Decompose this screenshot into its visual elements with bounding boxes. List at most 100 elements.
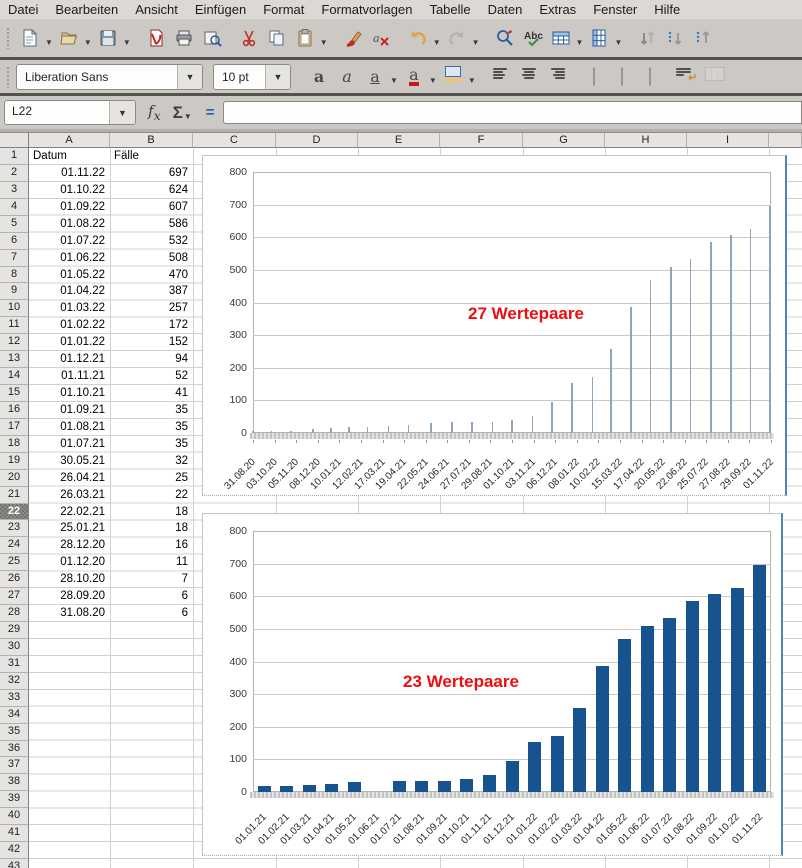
undo-button[interactable] <box>405 25 431 51</box>
column-header-F[interactable]: F <box>440 133 523 148</box>
copy-button[interactable] <box>264 25 290 51</box>
column-header-E[interactable]: E <box>358 133 440 148</box>
cell-value[interactable]: 94 <box>111 351 192 368</box>
row-header-25[interactable]: 25 <box>0 554 29 571</box>
sort-button[interactable] <box>634 25 660 51</box>
row-header-31[interactable]: 31 <box>0 656 29 673</box>
align-left-button[interactable] <box>488 64 514 90</box>
cell-date[interactable]: 26.04.21 <box>30 470 109 487</box>
cell-date[interactable]: 22.02.21 <box>30 504 109 521</box>
cell-date[interactable]: 30.05.21 <box>30 453 109 470</box>
row-header-5[interactable]: 5 <box>0 216 29 233</box>
align-bottom-button[interactable] <box>637 64 663 90</box>
cell-date[interactable]: 01.03.22 <box>30 300 109 317</box>
cell-value[interactable]: 32 <box>111 453 192 470</box>
cell-date[interactable]: 01.11.21 <box>30 368 109 385</box>
spell-check-button[interactable]: Abc <box>520 25 546 51</box>
row-header-43[interactable]: 43 <box>0 859 29 868</box>
menu-bearbeiten[interactable]: Bearbeiten <box>55 2 118 17</box>
cell-value[interactable]: 532 <box>111 233 192 250</box>
column-header-D[interactable]: D <box>276 133 358 148</box>
column-header-I[interactable]: I <box>687 133 769 148</box>
row-header-9[interactable]: 9 <box>0 283 29 300</box>
cell-value[interactable]: 52 <box>111 368 192 385</box>
row-header-17[interactable]: 17 <box>0 419 29 436</box>
chevron-down-icon[interactable]: ▼ <box>614 30 622 47</box>
cell-value[interactable]: 470 <box>111 267 192 284</box>
row-header-4[interactable]: 4 <box>0 199 29 216</box>
cell-date[interactable]: 01.09.21 <box>30 402 109 419</box>
column-header-C[interactable]: C <box>193 133 276 148</box>
row-header-16[interactable]: 16 <box>0 402 29 419</box>
row-header-22[interactable]: 22 <box>0 504 29 521</box>
save-button[interactable] <box>95 25 121 51</box>
row-header-34[interactable]: 34 <box>0 707 29 724</box>
function-wizard-icon[interactable]: fx <box>148 102 161 123</box>
sum-icon[interactable]: Σ <box>173 103 183 123</box>
chevron-down-icon[interactable]: ▼ <box>123 30 131 47</box>
align-middle-button[interactable] <box>609 64 635 90</box>
chevron-down-icon[interactable]: ▼ <box>184 104 192 121</box>
cell-date[interactable]: 28.10.20 <box>30 571 109 588</box>
cell-value[interactable]: 35 <box>111 419 192 436</box>
cell-date[interactable]: 01.06.22 <box>30 250 109 267</box>
cell-date[interactable]: 01.01.22 <box>30 334 109 351</box>
open-button[interactable] <box>56 25 82 51</box>
chevron-down-icon[interactable]: ▼ <box>84 30 92 47</box>
row-header-10[interactable]: 10 <box>0 300 29 317</box>
select-all-corner[interactable] <box>0 133 29 148</box>
formula-input[interactable] <box>223 101 802 124</box>
align-top-button[interactable] <box>581 64 607 90</box>
row-header-7[interactable]: 7 <box>0 250 29 267</box>
row-header-27[interactable]: 27 <box>0 588 29 605</box>
column-header-A[interactable]: A <box>29 133 110 148</box>
row-header-21[interactable]: 21 <box>0 487 29 504</box>
cell-value[interactable]: 697 <box>111 165 192 182</box>
column-header-partial[interactable] <box>769 133 802 148</box>
row-header-8[interactable]: 8 <box>0 267 29 284</box>
cell-faelle-header[interactable]: Fälle <box>111 148 192 165</box>
row-header-29[interactable]: 29 <box>0 622 29 639</box>
row-header-30[interactable]: 30 <box>0 639 29 656</box>
cell-value[interactable]: 18 <box>111 520 192 537</box>
menu-formatvorlagen[interactable]: Formatvorlagen <box>321 2 412 17</box>
cell-date[interactable]: 01.12.20 <box>30 554 109 571</box>
cell-value[interactable]: 508 <box>111 250 192 267</box>
cell-value[interactable]: 586 <box>111 216 192 233</box>
row-header-39[interactable]: 39 <box>0 791 29 808</box>
cut-button[interactable] <box>236 25 262 51</box>
menu-hilfe[interactable]: Hilfe <box>654 2 680 17</box>
row-header-20[interactable]: 20 <box>0 470 29 487</box>
row-header-2[interactable]: 2 <box>0 165 29 182</box>
cell-date[interactable]: 01.04.22 <box>30 283 109 300</box>
cell-date[interactable]: 01.10.21 <box>30 385 109 402</box>
cell-date[interactable]: 31.08.20 <box>30 605 109 622</box>
cell-date[interactable]: 28.09.20 <box>30 588 109 605</box>
cell-value[interactable]: 6 <box>111 605 192 622</box>
paste-button[interactable] <box>292 25 318 51</box>
underline-button[interactable]: a <box>362 64 388 90</box>
font-size-combo[interactable]: 10 pt ▼ <box>213 64 291 90</box>
row-header-14[interactable]: 14 <box>0 368 29 385</box>
cell-value[interactable]: 41 <box>111 385 192 402</box>
cell-value[interactable]: 22 <box>111 487 192 504</box>
column-header-G[interactable]: G <box>523 133 605 148</box>
sort-ascending-button[interactable] <box>662 25 688 51</box>
cell-value[interactable]: 16 <box>111 537 192 554</box>
chevron-down-icon[interactable]: ▼ <box>429 68 437 85</box>
cell-reference-box[interactable]: L22 ▼ <box>4 100 136 125</box>
cell-value[interactable]: 18 <box>111 504 192 521</box>
find-replace-button[interactable] <box>492 25 518 51</box>
row-header-28[interactable]: 28 <box>0 605 29 622</box>
row-header-1[interactable]: 1 <box>0 148 29 165</box>
row-header-12[interactable]: 12 <box>0 334 29 351</box>
row-header-33[interactable]: 33 <box>0 690 29 707</box>
cell-date[interactable]: 01.07.21 <box>30 436 109 453</box>
cell-value[interactable]: 624 <box>111 182 192 199</box>
align-center-button[interactable] <box>516 64 542 90</box>
row-header-6[interactable]: 6 <box>0 233 29 250</box>
menu-einfügen[interactable]: Einfügen <box>195 2 246 17</box>
row-header-41[interactable]: 41 <box>0 825 29 842</box>
menu-ansicht[interactable]: Ansicht <box>135 2 178 17</box>
font-color-button[interactable]: a <box>401 64 427 90</box>
